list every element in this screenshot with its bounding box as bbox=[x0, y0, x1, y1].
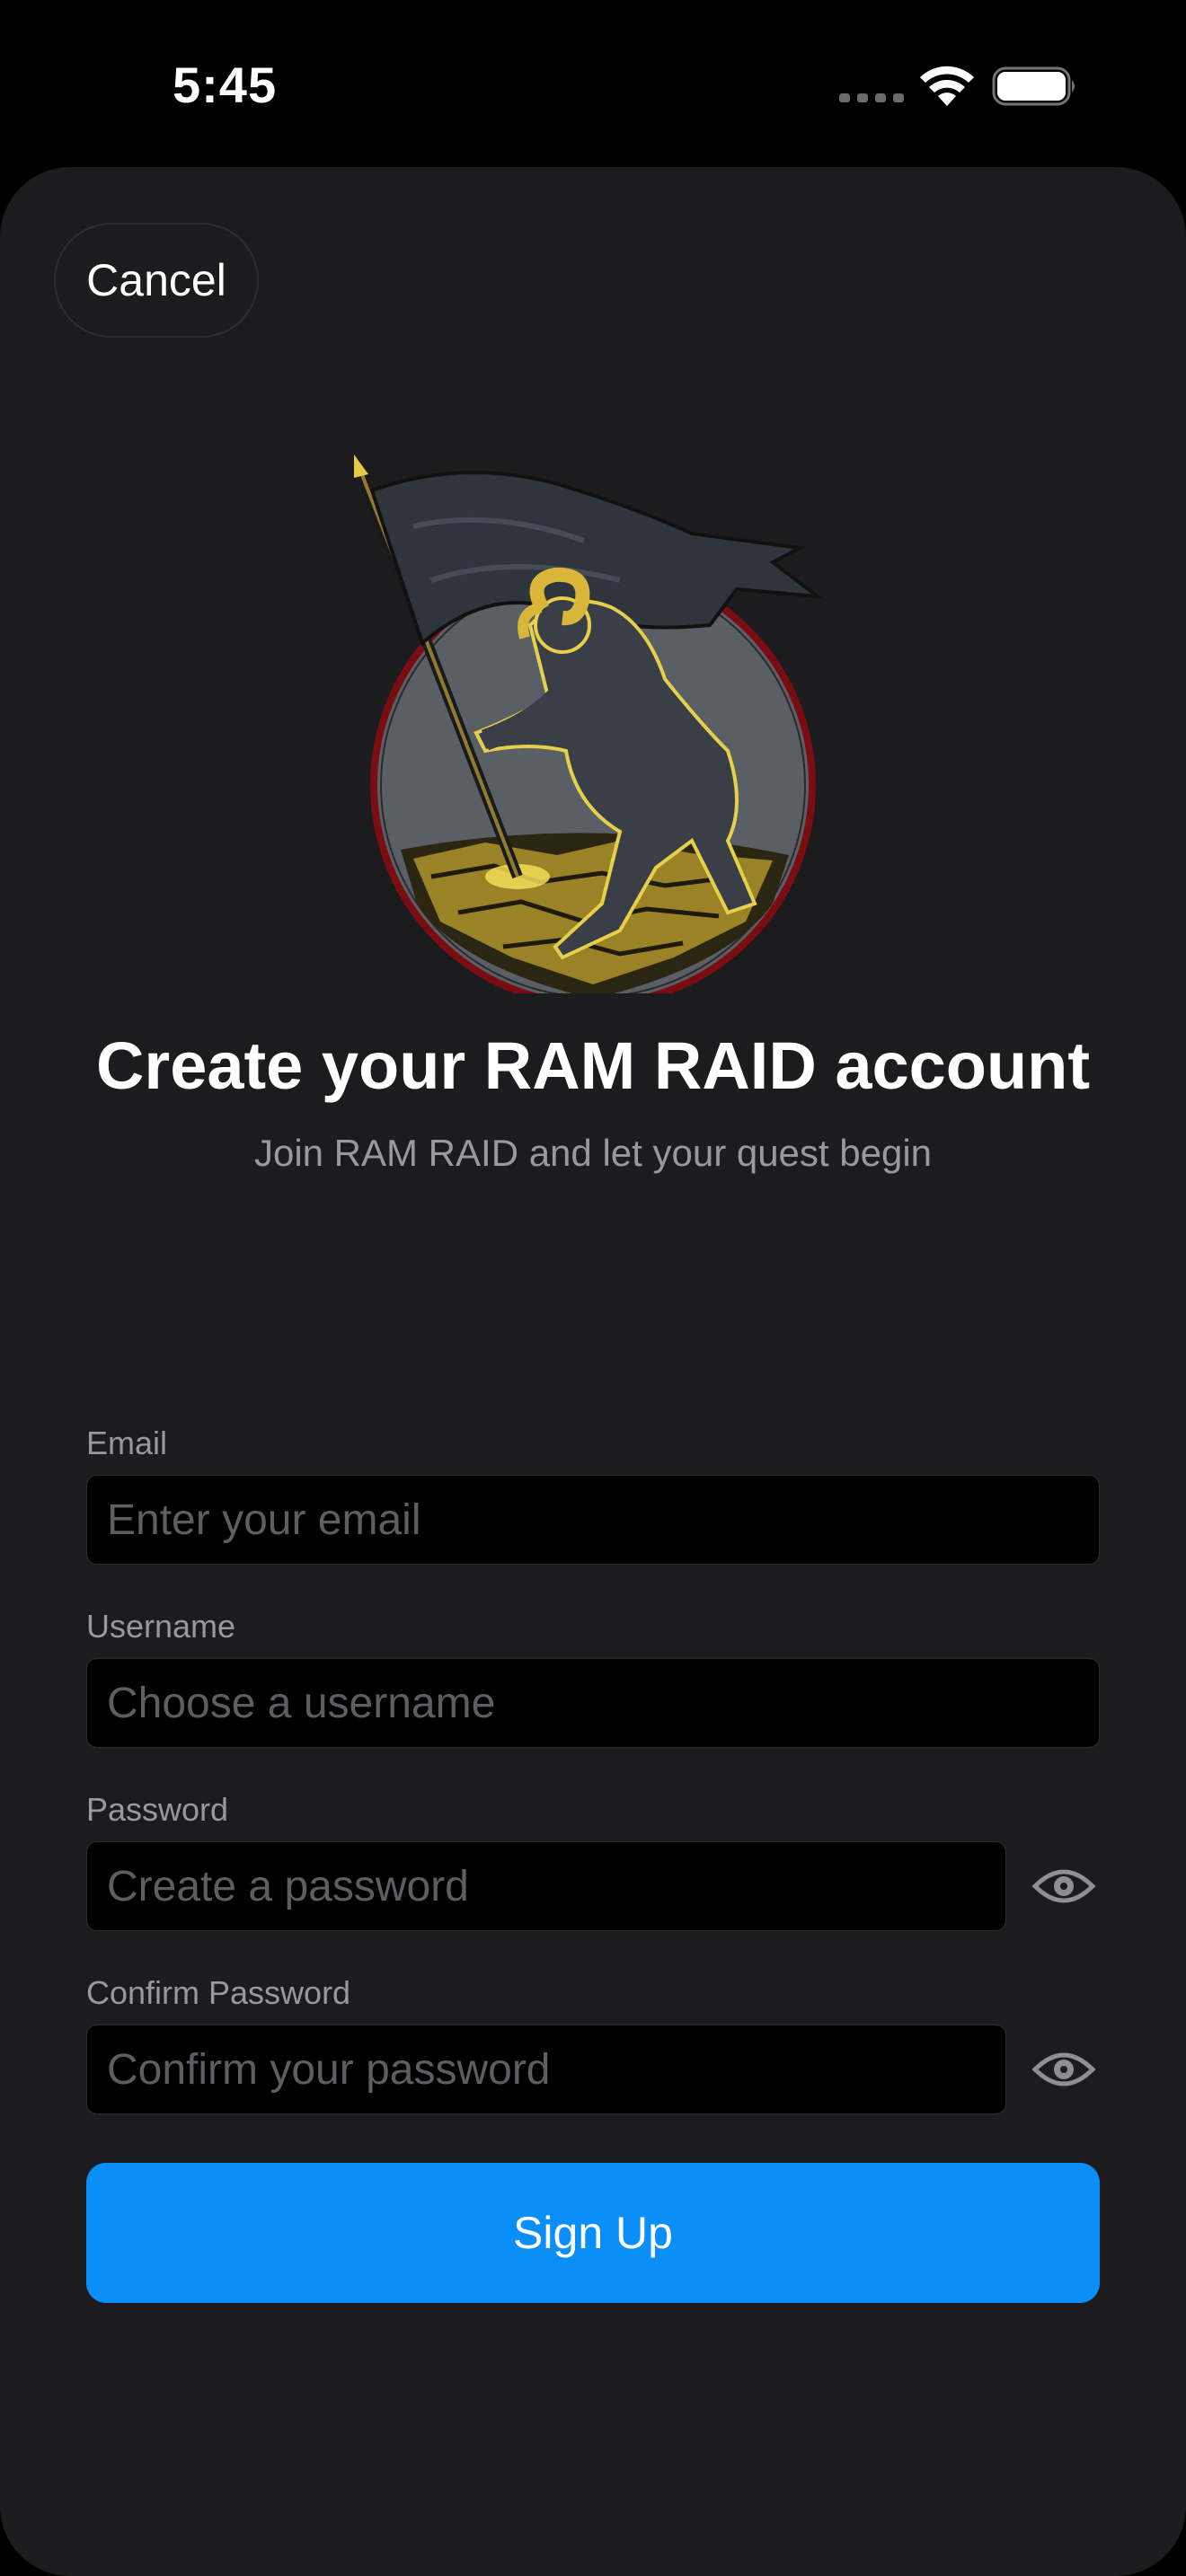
username-label: Username bbox=[86, 1608, 236, 1645]
cancel-button[interactable]: Cancel bbox=[54, 223, 259, 338]
battery-icon bbox=[992, 66, 1075, 106]
eye-icon bbox=[1031, 1869, 1096, 1903]
sign-up-button[interactable]: Sign Up bbox=[86, 2163, 1100, 2303]
page-title: Create your RAM RAID account bbox=[95, 1028, 1091, 1103]
password-visibility-toggle[interactable] bbox=[1030, 1861, 1098, 1911]
confirm-password-visibility-toggle[interactable] bbox=[1030, 2044, 1098, 2095]
password-field[interactable] bbox=[86, 1841, 1006, 1931]
confirm-password-label: Confirm Password bbox=[86, 1974, 351, 2011]
email-label: Email bbox=[86, 1425, 168, 1461]
ram-warrior-flag-logo bbox=[354, 454, 824, 993]
confirm-password-field[interactable] bbox=[86, 2025, 1006, 2114]
wifi-icon bbox=[920, 66, 974, 106]
eye-icon bbox=[1031, 2052, 1096, 2086]
signup-sheet: Cancel Create your RAM RAID account Join… bbox=[0, 167, 1186, 2576]
password-label: Password bbox=[86, 1791, 229, 1828]
status-bar: 5:45 bbox=[0, 0, 1186, 167]
email-field[interactable] bbox=[86, 1475, 1100, 1565]
signal-dots-icon bbox=[839, 93, 904, 102]
status-time: 5:45 bbox=[173, 57, 278, 113]
page-subtitle: Join RAM RAID and let your quest begin bbox=[253, 1132, 933, 1174]
username-field[interactable] bbox=[86, 1658, 1100, 1748]
